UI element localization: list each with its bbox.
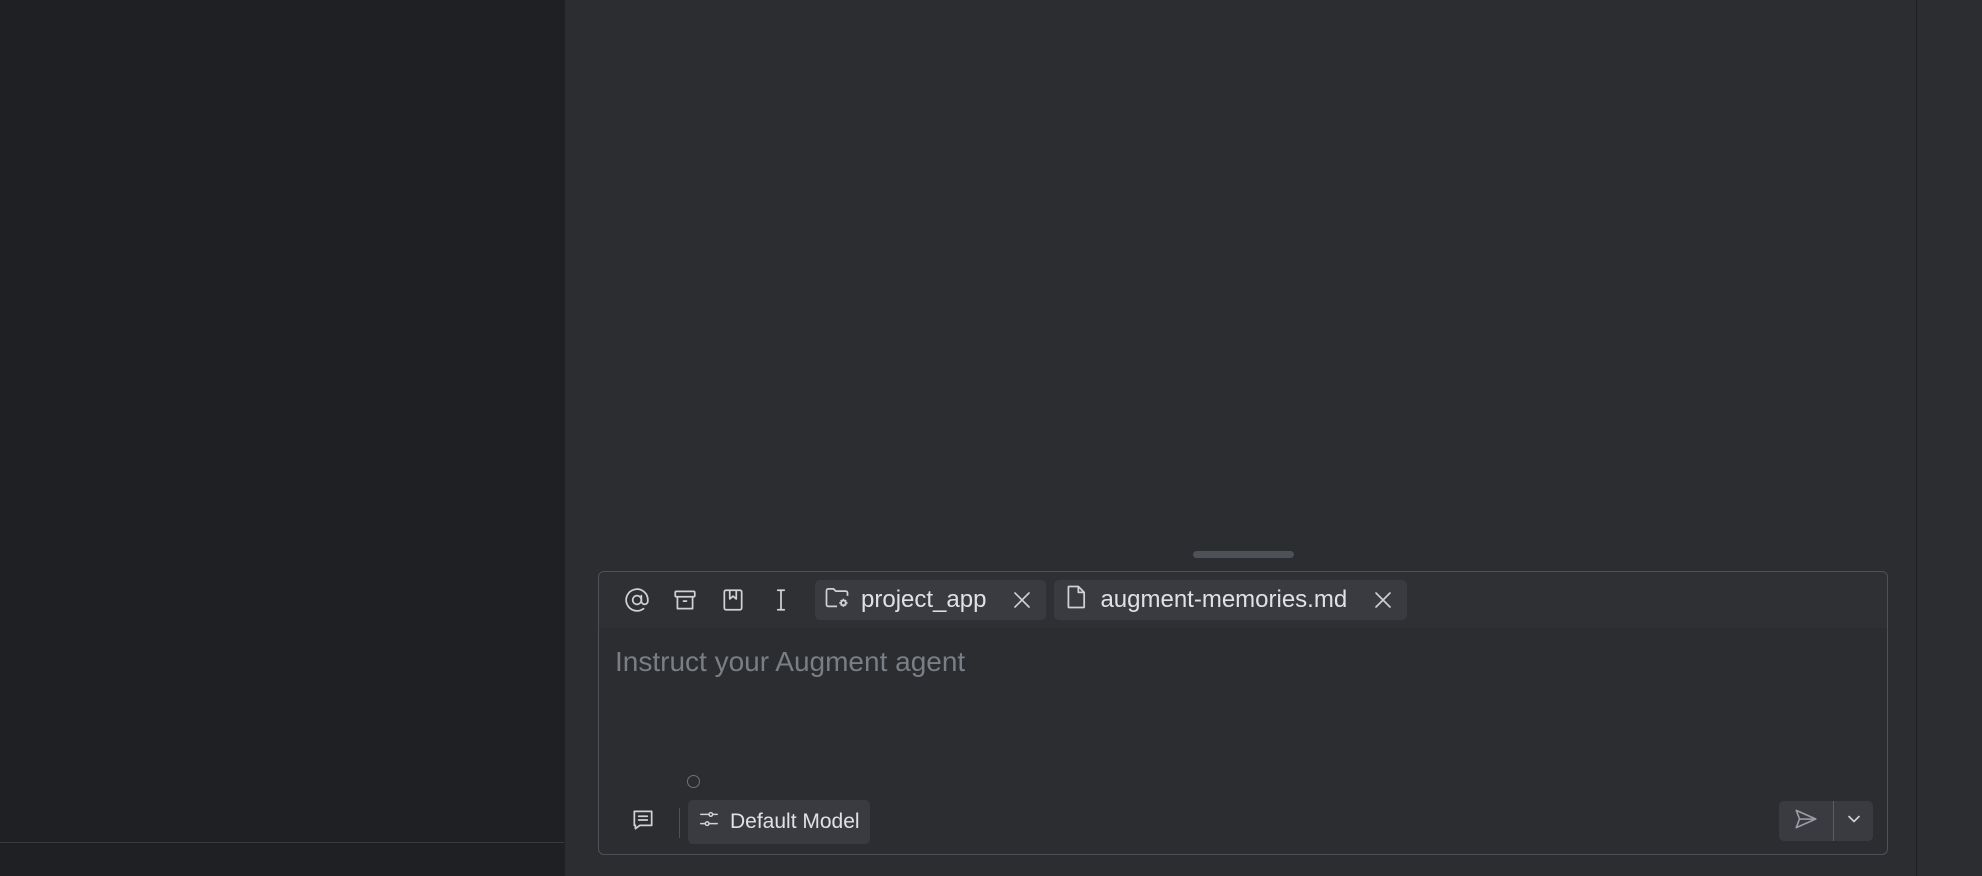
chevron-down-icon — [1844, 809, 1864, 834]
chat-history-button[interactable] — [623, 802, 663, 842]
context-chip-project[interactable]: project_app — [815, 580, 1047, 620]
send-button[interactable] — [1779, 801, 1833, 841]
file-icon — [1062, 583, 1090, 618]
left-panel — [0, 0, 566, 876]
resize-handle[interactable] — [1193, 551, 1294, 558]
composer-footer: Default Model — [599, 796, 1887, 846]
footer-divider — [679, 808, 680, 838]
text-cursor-icon[interactable] — [759, 578, 803, 622]
chat-composer: project_app augment-memories.md Instruct… — [598, 571, 1888, 855]
folder-settings-icon — [823, 583, 851, 618]
close-icon[interactable] — [1371, 588, 1395, 612]
model-selector-button[interactable]: Default Model — [688, 800, 870, 844]
context-chip-file[interactable]: augment-memories.md — [1054, 580, 1408, 620]
loading-indicator — [687, 775, 700, 788]
message-list-icon — [630, 807, 656, 838]
archive-icon[interactable] — [663, 578, 707, 622]
composer-toolbar: project_app augment-memories.md — [599, 572, 1887, 628]
bookmark-icon[interactable] — [711, 578, 755, 622]
left-panel-divider — [0, 842, 564, 843]
send-icon — [1793, 806, 1819, 837]
chip-label: project_app — [861, 586, 987, 613]
close-icon[interactable] — [1010, 588, 1034, 612]
send-button-group — [1779, 801, 1873, 841]
model-label: Default Model — [730, 810, 860, 833]
at-icon[interactable] — [615, 578, 659, 622]
prompt-input[interactable] — [613, 644, 1867, 738]
chip-label: augment-memories.md — [1100, 586, 1348, 613]
right-tool-strip — [1917, 0, 1982, 876]
send-options-button[interactable] — [1834, 801, 1873, 841]
sliders-icon — [698, 808, 720, 836]
